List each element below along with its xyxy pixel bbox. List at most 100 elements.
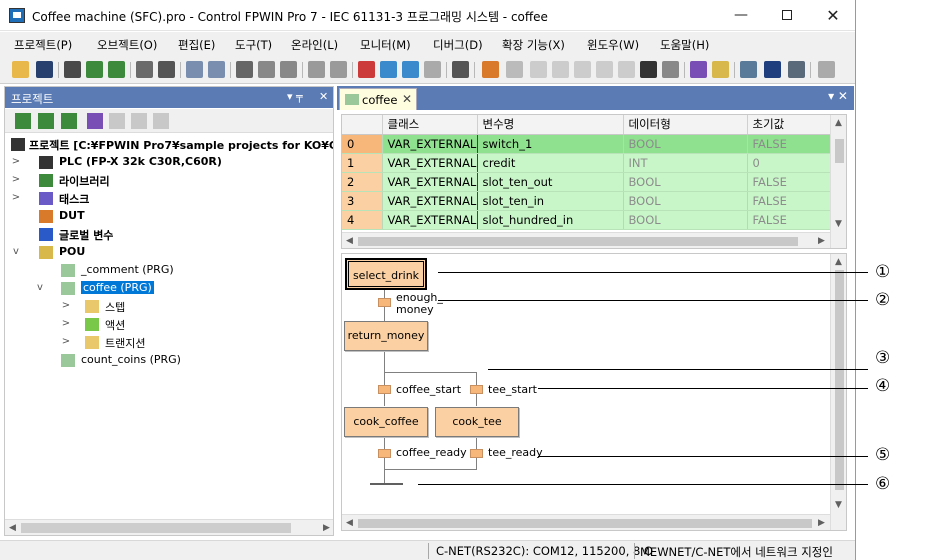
chevron-down-icon[interactable]: v xyxy=(35,282,45,293)
chevron-right-icon[interactable]: > xyxy=(61,336,71,347)
sfc-jump-icon[interactable] xyxy=(640,61,657,78)
menu-debug[interactable]: 디버그(D) xyxy=(433,37,483,53)
grid-alt-icon[interactable] xyxy=(402,61,419,78)
scroll-right-icon[interactable]: ▶ xyxy=(818,518,825,528)
scroll-left-icon[interactable]: ◀ xyxy=(9,523,16,533)
menu-help[interactable]: 도움말(H) xyxy=(660,37,709,53)
row-index[interactable]: 1 xyxy=(342,153,383,173)
tab-close-button[interactable]: ✕ xyxy=(402,92,412,106)
sfc-step-cook-tee[interactable]: cook_tee xyxy=(435,407,519,437)
table-row[interactable]: 0 VAR_EXTERNAL switch_1 BOOL FALSE xyxy=(342,134,831,154)
comment-icon[interactable] xyxy=(740,61,757,78)
table-row[interactable]: 1 VAR_EXTERNAL credit INT 0 xyxy=(342,153,831,173)
sfc-join-icon[interactable] xyxy=(574,61,591,78)
sfc-step-icon[interactable] xyxy=(482,61,499,78)
chevron-right-icon[interactable]: > xyxy=(11,156,21,167)
cell-initial[interactable]: 0 xyxy=(747,153,831,173)
menu-online[interactable]: 온라인(L) xyxy=(291,37,338,53)
menu-window[interactable]: 윈도우(W) xyxy=(587,37,639,53)
panel-pin-button[interactable]: ▾ ╤ xyxy=(287,90,303,103)
add-sub-object-icon[interactable] xyxy=(38,113,54,129)
tab-coffee[interactable]: coffee ✕ xyxy=(339,88,417,110)
open-icon[interactable] xyxy=(12,61,29,78)
editor-window-controls[interactable]: ▾ ✕ xyxy=(828,89,848,103)
copy-icon[interactable] xyxy=(258,61,275,78)
tree-item-project[interactable]: 프로젝트 [C:¥FPWIN Pro7¥sample projects for … xyxy=(11,136,333,153)
tree-item-pou[interactable]: v POU xyxy=(11,244,311,261)
chevron-down-icon[interactable]: v xyxy=(11,246,21,257)
sfc-step-return-money[interactable]: return_money xyxy=(344,321,428,351)
download-icon[interactable] xyxy=(764,61,781,78)
menu-monitor[interactable]: 모니터(M) xyxy=(360,37,411,53)
sfc-parallel-join-icon[interactable] xyxy=(618,61,635,78)
scroll-left-icon[interactable]: ◀ xyxy=(346,518,353,528)
sfc-step-cook-coffee[interactable]: cook_coffee xyxy=(344,407,428,437)
layer-icon[interactable] xyxy=(153,113,169,129)
menu-extensions[interactable]: 확장 기능(X) xyxy=(502,37,565,53)
column-header-type[interactable]: 데이터형 xyxy=(623,115,748,135)
tree-item-coffee-prg[interactable]: v coffee (PRG) xyxy=(11,280,311,297)
edit-icon[interactable] xyxy=(712,61,729,78)
check-icon[interactable] xyxy=(358,61,375,78)
cell-class[interactable]: VAR_EXTERNAL xyxy=(381,134,478,154)
cell-type[interactable]: BOOL xyxy=(623,191,748,211)
library-icon[interactable] xyxy=(109,113,125,129)
undo-icon[interactable] xyxy=(308,61,325,78)
add-object-icon[interactable] xyxy=(15,113,31,129)
scrollbar-thumb[interactable] xyxy=(835,270,844,490)
print-icon[interactable] xyxy=(158,61,175,78)
sfc-transition-coffee-start[interactable] xyxy=(378,385,391,394)
table-horizontal-scrollbar[interactable]: ◀ ▶ xyxy=(342,232,830,248)
chevron-right-icon[interactable]: > xyxy=(11,192,21,203)
cell-class[interactable]: VAR_EXTERNAL xyxy=(381,191,478,211)
maximize-button[interactable] xyxy=(764,0,810,31)
sfc-transition-enough-money[interactable] xyxy=(378,298,391,307)
chevron-right-icon[interactable]: > xyxy=(11,174,21,185)
cell-name[interactable]: credit xyxy=(477,153,624,173)
cell-class[interactable]: VAR_EXTERNAL xyxy=(381,172,478,192)
plc-icon[interactable] xyxy=(64,61,81,78)
scroll-down-icon[interactable]: ▼ xyxy=(835,219,842,229)
grid-icon[interactable] xyxy=(380,61,397,78)
table-vertical-scrollbar[interactable]: ▲ ▼ xyxy=(830,115,846,248)
cell-initial[interactable]: FALSE xyxy=(747,172,831,192)
diagram-horizontal-scrollbar[interactable]: ◀ ▶ xyxy=(342,514,830,530)
table-row[interactable]: 4 VAR_EXTERNAL slot_hundred_in BOOL FALS… xyxy=(342,210,831,230)
menu-object[interactable]: 오브젝트(O) xyxy=(97,37,157,53)
cell-name[interactable]: switch_1 xyxy=(477,134,624,154)
scroll-right-icon[interactable]: ▶ xyxy=(818,236,825,246)
table-row[interactable]: 3 VAR_EXTERNAL slot_ten_in BOOL FALSE xyxy=(342,191,831,211)
cell-class[interactable]: VAR_EXTERNAL xyxy=(381,210,478,230)
sfc-step-select-drink[interactable]: select_drink xyxy=(345,258,427,290)
tree-item-count-coins-prg[interactable]: count_coins (PRG) xyxy=(11,352,311,369)
build-icon[interactable] xyxy=(108,61,125,78)
cell-name[interactable]: slot_hundred_in xyxy=(477,210,624,230)
row-index[interactable]: 3 xyxy=(342,191,383,211)
tree-item-actions[interactable]: > 액션 xyxy=(11,316,311,333)
column-header-initial[interactable]: 초기값 xyxy=(747,115,831,135)
tree-item-library[interactable]: > 라이브러리 xyxy=(11,172,311,189)
cell-initial[interactable]: FALSE xyxy=(747,191,831,211)
sfc-transition-tee-start[interactable] xyxy=(470,385,483,394)
sfc-diagram-editor[interactable]: select_drink return_money cook_coffee co… xyxy=(341,253,847,531)
cell-type[interactable]: BOOL xyxy=(623,210,748,230)
sfc-transition-icon[interactable] xyxy=(506,61,523,78)
info-icon[interactable] xyxy=(818,61,835,78)
menu-project[interactable]: 프로젝트(P) xyxy=(14,37,72,53)
compile-icon[interactable] xyxy=(86,61,103,78)
scroll-up-icon[interactable]: ▲ xyxy=(835,257,842,267)
scrollbar-thumb[interactable] xyxy=(835,139,844,163)
tree-item-task[interactable]: > 태스크 xyxy=(11,190,311,207)
sfc-transition-tee-ready[interactable] xyxy=(470,449,483,458)
chevron-right-icon[interactable]: > xyxy=(61,300,71,311)
scroll-up-icon[interactable]: ▲ xyxy=(835,118,842,128)
monitor-icon[interactable] xyxy=(690,61,707,78)
cell-type[interactable]: BOOL xyxy=(623,134,748,154)
find-icon[interactable] xyxy=(186,61,203,78)
chevron-right-icon[interactable]: > xyxy=(61,318,71,329)
sfc-line-icon[interactable] xyxy=(530,61,547,78)
plug-icon[interactable] xyxy=(452,61,469,78)
scrollbar-thumb[interactable] xyxy=(358,519,812,528)
tree-item-transitions[interactable]: > 트랜지션 xyxy=(11,334,311,351)
upload-icon[interactable] xyxy=(788,61,805,78)
